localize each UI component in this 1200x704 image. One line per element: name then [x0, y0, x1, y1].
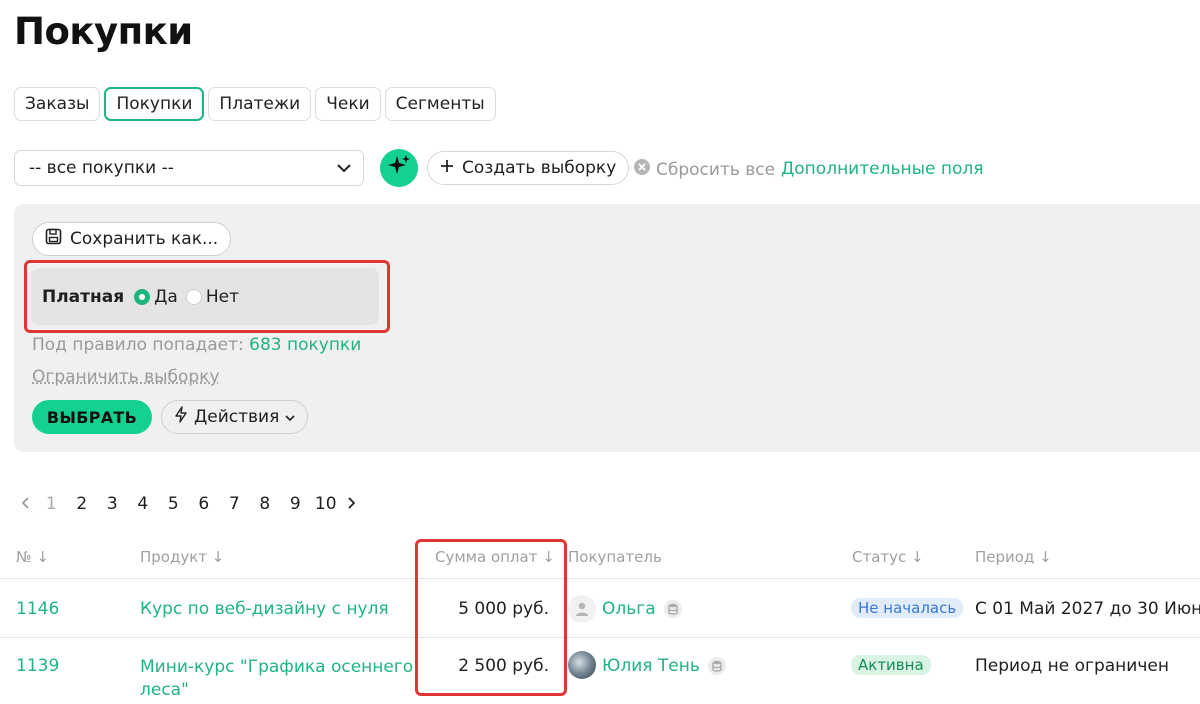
page-title: Покупки	[14, 10, 193, 53]
actions-dropdown-button[interactable]: Действия	[161, 400, 308, 434]
prev-page-icon[interactable]	[22, 494, 36, 514]
product-link[interactable]: Мини-курс "Графика осеннего леса"	[140, 656, 413, 702]
segment-select-value: -- все покупки --	[29, 158, 174, 178]
avatar	[568, 651, 596, 679]
create-selection-label: Создать выборку	[462, 158, 616, 178]
page-link[interactable]: 10	[311, 494, 342, 514]
page-link[interactable]: 7	[219, 494, 250, 514]
actions-label: Действия	[194, 407, 279, 427]
tab-receipts[interactable]: Чеки	[315, 87, 380, 121]
period-cell: С 01 Май 2027 до 30 Июн 2027	[975, 599, 1200, 619]
buyer-cell: Юлия Тень	[602, 656, 726, 676]
pagination: 1 2 3 4 5 6 7 8 9 10	[22, 494, 355, 514]
apply-select-button[interactable]: ВЫБРАТЬ	[32, 400, 152, 434]
order-number-link[interactable]: 1139	[16, 656, 59, 676]
save-as-button[interactable]: Сохранить как...	[32, 222, 231, 256]
rule-match-count: Под правило попадает: 683 покупки	[32, 335, 361, 355]
status-badge: Не началась	[851, 598, 963, 618]
sparkle-icon	[387, 154, 411, 182]
floppy-disk-icon	[45, 228, 62, 250]
rule-count-prefix: Под правило попадает:	[32, 335, 244, 355]
buyer-link[interactable]: Юлия Тень	[602, 656, 700, 676]
tab-orders[interactable]: Заказы	[14, 87, 100, 121]
reset-all-label: Сбросить все	[656, 160, 775, 180]
highlight-frame-rule	[24, 260, 390, 333]
product-title-line: леса"	[140, 679, 413, 702]
page-link[interactable]: 1	[36, 494, 67, 514]
product-title-line: Мини-курс "Графика осеннего	[140, 656, 413, 679]
buyer-link[interactable]: Ольга	[602, 599, 656, 619]
product-link[interactable]: Курс по веб-дизайну с нуля	[140, 599, 389, 619]
database-icon[interactable]	[708, 657, 726, 675]
buyer-cell: Ольга	[602, 599, 682, 619]
page-link[interactable]: 8	[250, 494, 281, 514]
page-link[interactable]: 4	[128, 494, 159, 514]
lightning-icon	[174, 406, 188, 428]
next-page-icon[interactable]	[341, 494, 355, 514]
page-link[interactable]: 2	[67, 494, 98, 514]
extra-fields-link[interactable]: Дополнительные поля	[781, 159, 983, 179]
user-placeholder-icon	[568, 595, 596, 623]
chevron-down-icon	[337, 158, 351, 178]
section-tabs: Заказы Покупки Платежи Чеки Сегменты	[14, 87, 496, 121]
page-link[interactable]: 5	[158, 494, 189, 514]
tab-purchases[interactable]: Покупки	[104, 87, 204, 121]
tab-payments[interactable]: Платежи	[208, 87, 311, 121]
table-divider	[0, 637, 1200, 638]
limit-selection-link[interactable]: Ограничить выборку	[32, 367, 220, 387]
page-link[interactable]: 3	[97, 494, 128, 514]
create-selection-button[interactable]: Создать выборку	[427, 151, 629, 185]
page-link[interactable]: 9	[280, 494, 311, 514]
plus-icon	[440, 158, 454, 178]
status-badge: Активна	[851, 655, 931, 675]
table-divider	[0, 578, 1200, 579]
page-link[interactable]: 6	[189, 494, 220, 514]
column-header-status[interactable]: Статус ↓	[852, 548, 924, 566]
save-as-label: Сохранить как...	[70, 229, 218, 249]
reset-all-button[interactable]: Сбросить все	[634, 159, 775, 180]
tab-segments[interactable]: Сегменты	[385, 87, 496, 121]
segment-select[interactable]: -- все покупки --	[14, 150, 364, 186]
column-header-buyer: Покупатель	[568, 548, 662, 566]
close-circle-icon	[634, 159, 650, 180]
column-header-product[interactable]: Продукт ↓	[140, 548, 224, 566]
column-header-number[interactable]: № ↓	[16, 548, 49, 566]
order-number-link[interactable]: 1146	[16, 599, 59, 619]
database-icon[interactable]	[664, 600, 682, 618]
column-header-period[interactable]: Период ↓	[975, 548, 1052, 566]
period-cell: Период не ограничен	[975, 656, 1169, 676]
highlight-frame-sum	[415, 539, 567, 696]
ai-sparkle-button[interactable]	[380, 149, 418, 187]
chevron-down-icon	[285, 407, 295, 427]
rule-count-link[interactable]: 683 покупки	[249, 335, 361, 355]
